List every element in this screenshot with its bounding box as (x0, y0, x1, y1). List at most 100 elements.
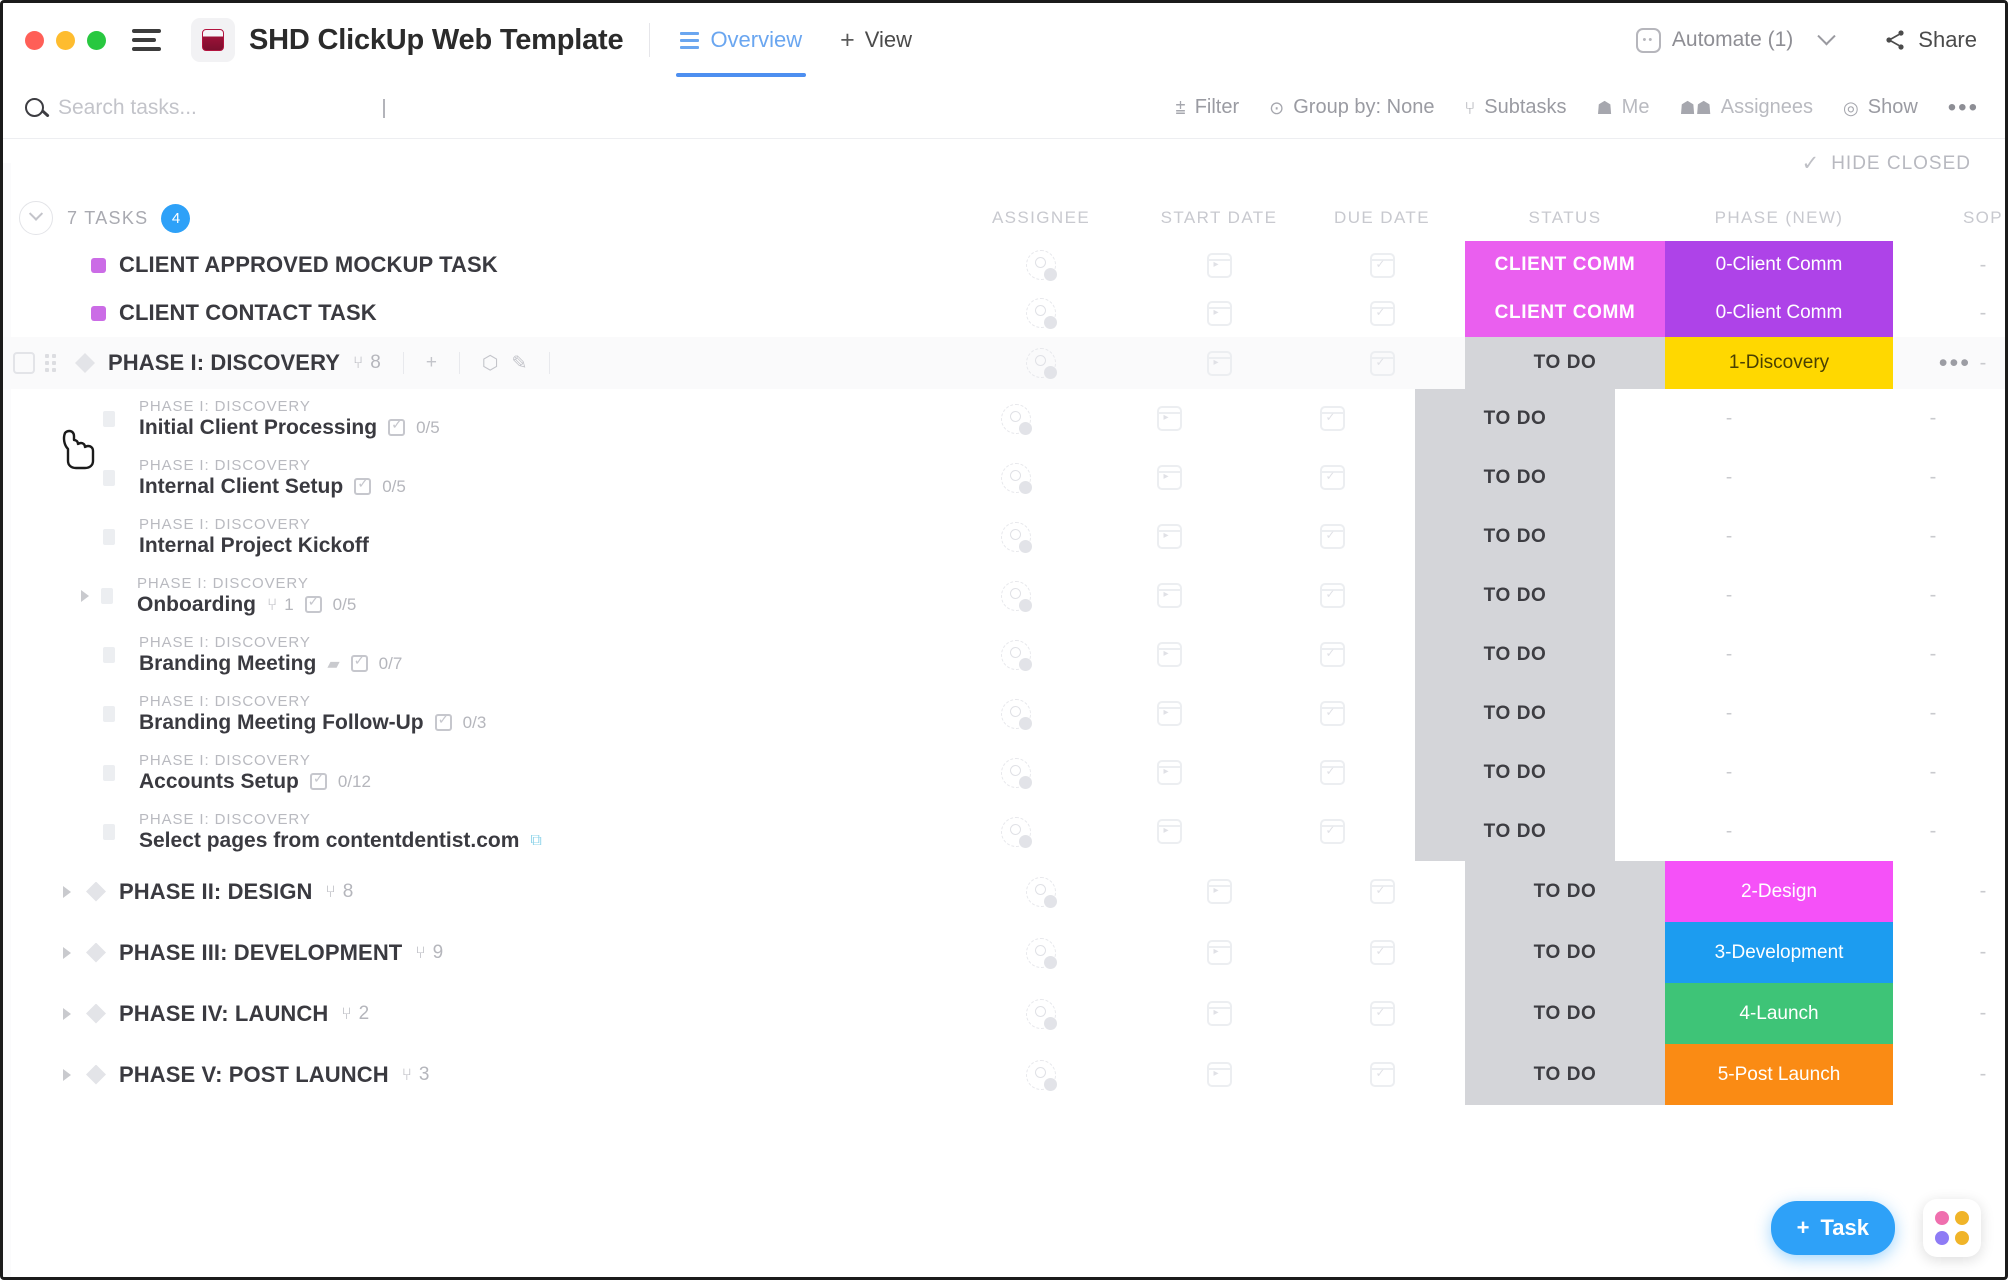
phase-cell[interactable]: - (1615, 566, 1843, 625)
phase-cell[interactable]: - (1615, 507, 1843, 566)
status-cell[interactable]: TO DO (1415, 684, 1615, 743)
status-cell[interactable]: TO DO (1465, 983, 1665, 1044)
phase-cell[interactable]: - (1615, 448, 1843, 507)
add-assignee-icon[interactable] (1001, 581, 1031, 611)
due-date-cell[interactable] (1299, 1044, 1465, 1105)
sop-cell[interactable]: - (1893, 289, 2008, 337)
expand-phase-icon[interactable] (63, 1008, 71, 1020)
table-row[interactable]: CLIENT APPROVED MOCKUP TASK CLIENT COMM … (3, 241, 2005, 289)
collapse-group-button[interactable] (19, 201, 53, 235)
sop-cell[interactable]: - (1843, 684, 2008, 743)
phase-cell[interactable]: - (1615, 389, 1843, 448)
automate-dropdown-button[interactable] (1803, 20, 1849, 60)
task-name-cell[interactable]: PHASE I: DISCOVERY Internal Client Setup… (3, 448, 943, 507)
add-task-button[interactable]: + Task (1771, 1201, 1895, 1255)
show-button[interactable]: ◎ Show (1843, 96, 1918, 119)
phase-cell[interactable]: - (1615, 684, 1843, 743)
add-assignee-icon[interactable] (1001, 640, 1031, 670)
start-date-cell[interactable] (1089, 448, 1249, 507)
status-cell[interactable]: TO DO (1415, 507, 1615, 566)
status-cell[interactable]: TO DO (1465, 337, 1665, 389)
add-assignee-icon[interactable] (1001, 758, 1031, 788)
drag-handle-icon[interactable] (103, 411, 115, 427)
due-date-cell[interactable] (1249, 625, 1415, 684)
assignee-cell[interactable] (943, 922, 1139, 983)
start-date-cell[interactable] (1139, 337, 1299, 389)
start-date-cell[interactable] (1089, 389, 1249, 448)
menu-icon[interactable] (132, 29, 161, 51)
add-assignee-icon[interactable] (1001, 699, 1031, 729)
table-row[interactable]: PHASE IV: LAUNCH ⑂ 2 TO DO 4-Launch - (3, 983, 2005, 1044)
column-header-sop[interactable]: SOP (1893, 195, 2008, 241)
add-assignee-icon[interactable] (1001, 463, 1031, 493)
group-by-button[interactable]: ⊙ Group by: None (1269, 96, 1434, 119)
assignee-cell[interactable] (943, 337, 1139, 389)
assignee-cell[interactable] (943, 448, 1089, 507)
task-name-cell[interactable]: PHASE I: DISCOVERY ⑂ 8 + ⬡ ✎ (53, 337, 943, 389)
assignee-cell[interactable] (943, 802, 1089, 861)
sop-cell[interactable]: - (1893, 983, 2008, 1044)
task-name-cell[interactable]: PHASE I: DISCOVERY Branding Meeting ▰ 0/… (3, 625, 943, 684)
status-cell[interactable]: TO DO (1465, 1044, 1665, 1105)
task-name-cell[interactable]: PHASE I: DISCOVERY Select pages from con… (3, 802, 943, 861)
drag-handle-icon[interactable] (103, 647, 115, 663)
assignee-cell[interactable] (943, 507, 1089, 566)
start-date-cell[interactable] (1139, 861, 1299, 922)
task-name-cell[interactable]: PHASE I: DISCOVERY Internal Project Kick… (3, 507, 943, 566)
subtasks-button[interactable]: ⑂ Subtasks (1464, 96, 1566, 119)
start-date-cell[interactable] (1089, 743, 1249, 802)
column-header-status[interactable]: STATUS (1465, 195, 1665, 241)
assignee-cell[interactable] (943, 625, 1089, 684)
status-cell[interactable]: CLIENT COMM (1465, 241, 1665, 289)
add-assignee-icon[interactable] (1026, 1060, 1056, 1090)
due-date-cell[interactable] (1249, 448, 1415, 507)
edit-pencil-icon[interactable]: ✎ (512, 352, 528, 375)
add-assignee-icon[interactable] (1001, 817, 1031, 847)
expand-subtask-icon[interactable] (81, 590, 89, 602)
sop-cell[interactable]: - (1893, 241, 2008, 289)
search-input[interactable]: Search tasks... (25, 96, 385, 120)
start-date-cell[interactable] (1089, 507, 1249, 566)
drag-handle-icon[interactable] (103, 529, 115, 545)
external-link-icon[interactable]: ⧉ (530, 832, 541, 850)
add-assignee-icon[interactable] (1026, 999, 1056, 1029)
drag-handle-icon[interactable] (103, 470, 115, 486)
table-row[interactable]: PHASE I: DISCOVERY ⑂ 8 + ⬡ ✎ TO DO 1-Dis… (3, 337, 2005, 389)
add-assignee-icon[interactable] (1026, 938, 1056, 968)
due-date-cell[interactable] (1299, 337, 1465, 389)
status-cell[interactable]: TO DO (1415, 448, 1615, 507)
hide-closed-toggle[interactable]: ✓ HIDE CLOSED (1802, 151, 1971, 176)
add-assignee-icon[interactable] (1026, 348, 1056, 378)
sop-cell[interactable]: - (1843, 448, 2008, 507)
assignees-button[interactable]: ☗☗ Assignees (1679, 96, 1813, 119)
status-cell[interactable]: TO DO (1465, 861, 1665, 922)
sop-cell[interactable]: - (1893, 922, 2008, 983)
table-row[interactable]: PHASE I: DISCOVERY Accounts Setup 0/12 T… (3, 743, 2005, 802)
row-more-options-icon[interactable]: ••• (1939, 358, 1971, 368)
tab-overview[interactable]: Overview (676, 3, 806, 77)
drag-handle-icon[interactable] (103, 706, 115, 722)
add-view-button[interactable]: + View (840, 27, 912, 53)
row-select-checkbox[interactable] (13, 352, 35, 374)
status-cell[interactable]: TO DO (1415, 625, 1615, 684)
add-assignee-icon[interactable] (1026, 298, 1056, 328)
task-name-cell[interactable]: PHASE I: DISCOVERY Branding Meeting Foll… (3, 684, 943, 743)
close-window-button[interactable] (25, 31, 44, 50)
due-date-cell[interactable] (1249, 684, 1415, 743)
due-date-cell[interactable] (1249, 389, 1415, 448)
start-date-cell[interactable] (1089, 802, 1249, 861)
table-row[interactable]: PHASE I: DISCOVERY Onboarding ⑂ 1 0/5 (3, 566, 2005, 625)
expand-phase-icon[interactable] (63, 947, 71, 959)
sop-cell[interactable]: - (1843, 743, 2008, 802)
due-date-cell[interactable] (1249, 743, 1415, 802)
table-row[interactable]: PHASE II: DESIGN ⑂ 8 TO DO 2-Design - (3, 861, 2005, 922)
filter-button[interactable]: ⩲ Filter (1175, 96, 1239, 119)
assignee-cell[interactable] (943, 684, 1089, 743)
assignee-cell[interactable] (943, 389, 1089, 448)
apps-grid-icon[interactable] (1923, 1199, 1981, 1257)
column-header-start-date[interactable]: START DATE (1139, 195, 1299, 241)
start-date-cell[interactable] (1139, 1044, 1299, 1105)
status-cell[interactable]: CLIENT COMM (1465, 289, 1665, 337)
sop-cell[interactable]: - (1843, 507, 2008, 566)
start-date-cell[interactable] (1089, 684, 1249, 743)
